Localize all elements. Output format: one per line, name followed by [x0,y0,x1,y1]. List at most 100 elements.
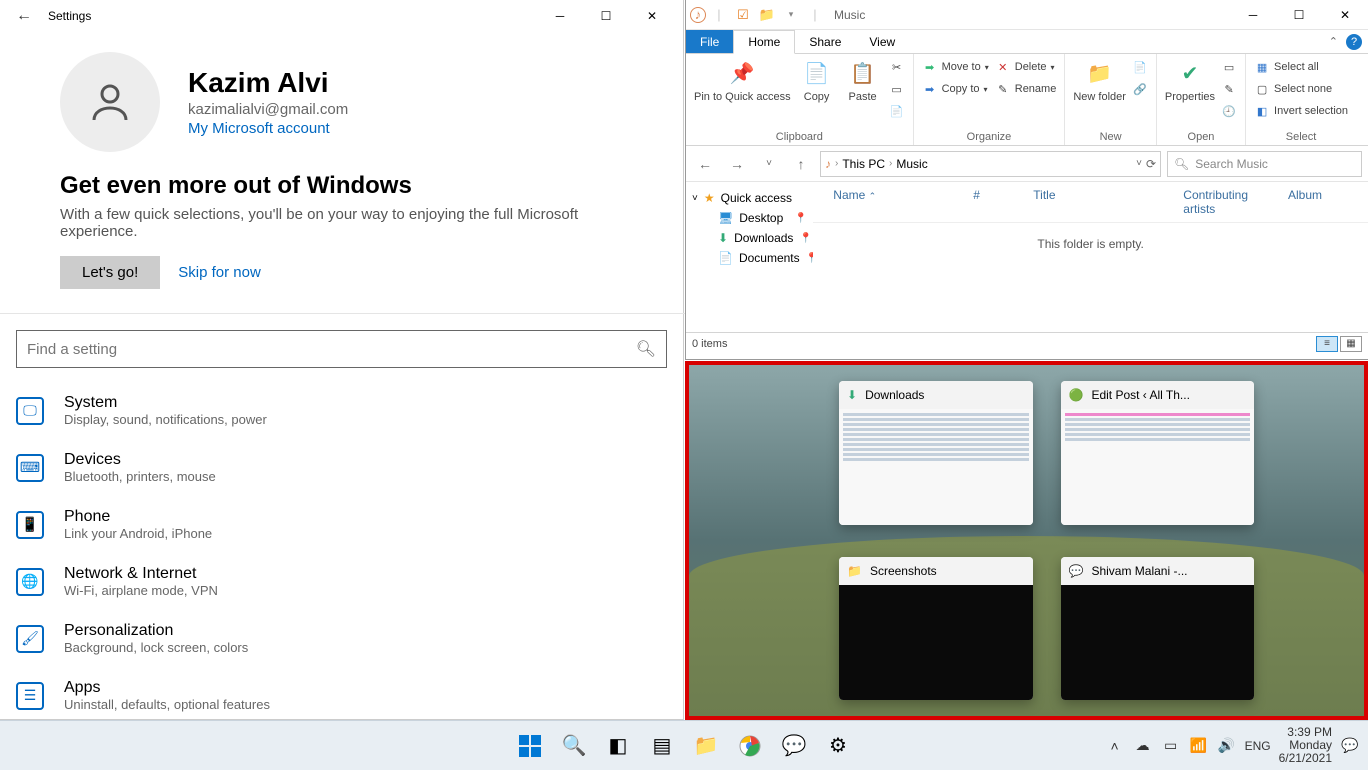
promo-headline: Get even more out of Windows [60,172,607,200]
minimize-button[interactable]: ─ [537,0,583,32]
col-artists[interactable]: Contributing artists [1183,188,1248,216]
cut-button[interactable]: ✂ [889,57,905,77]
nav-forward[interactable]: → [724,151,750,177]
crumb-this-pc[interactable]: This PC [842,157,885,171]
tray-overflow[interactable]: ˄ [1105,738,1125,754]
snap-tile-chat[interactable]: 💬Shivam Malani -... [1061,557,1255,701]
wifi-icon[interactable]: 📶 [1189,737,1209,754]
category-apps[interactable]: ☰ AppsUninstall, defaults, optional feat… [16,667,683,724]
crumb-music[interactable]: Music [896,157,927,171]
snap-tile-screenshots[interactable]: 📁Screenshots [839,557,1033,701]
history-button[interactable]: 🕘 [1221,101,1237,121]
move-icon: ➡ [922,61,938,74]
new-folder-button[interactable]: 📁New folder [1073,57,1126,103]
account-link[interactable]: My Microsoft account [188,120,348,137]
category-personalization[interactable]: 🖌 PersonalizationBackground, lock screen… [16,610,683,667]
close-button[interactable]: ✕ [629,0,675,32]
search-input[interactable] [27,341,636,358]
col-title[interactable]: Title [1033,188,1143,216]
clock[interactable]: 3:39 PM Monday 6/21/2021 [1279,726,1332,766]
qat-dropdown-icon[interactable]: ▾ [780,4,802,26]
tree-documents[interactable]: 📄Documents📍 [690,248,809,268]
nav-up[interactable]: ↑ [788,151,814,177]
properties-button[interactable]: ✔Properties [1165,57,1215,103]
folder-icon[interactable]: 📁 [756,4,778,26]
tab-file[interactable]: File [686,30,733,53]
tree-downloads[interactable]: ⬇Downloads📍 [690,228,809,248]
maximize-button[interactable]: ☐ [1276,0,1322,31]
maximize-button[interactable]: ☐ [583,0,629,32]
tree-desktop[interactable]: 🖥Desktop📍 [690,208,809,228]
move-to-button[interactable]: ➡Move to ▾ [922,57,989,77]
tab-share[interactable]: Share [795,30,855,53]
col-album[interactable]: Album [1288,188,1348,216]
col-number[interactable]: # [973,188,993,216]
open-button[interactable]: ▭ [1221,57,1237,77]
group-label: Select [1254,129,1348,145]
explorer-taskbar-icon[interactable]: 📁 [686,726,726,766]
snap-tile-edit-post[interactable]: 🟢Edit Post ‹ All Th... [1061,381,1255,525]
category-devices[interactable]: ⌨ DevicesBluetooth, printers, mouse [16,439,683,496]
select-all-button[interactable]: ▦Select all [1254,57,1348,77]
edit-button[interactable]: ✎ [1221,79,1237,99]
details-view-button[interactable]: ≡ [1316,336,1338,352]
easy-access-icon: 🔗 [1132,83,1148,96]
category-phone[interactable]: 📱 PhoneLink your Android, iPhone [16,496,683,553]
back-button[interactable]: ← [8,7,40,25]
download-icon: ⬇ [847,388,857,402]
delete-button[interactable]: ✕Delete ▾ [995,57,1057,77]
collapse-ribbon-icon[interactable]: ⌃ [1329,35,1338,48]
easy-access-button[interactable]: 🔗 [1132,79,1148,99]
address-bar[interactable]: ♪ › This PC › Music ˅ ⟳ [820,151,1161,177]
dropdown-icon[interactable]: ˅ [1136,158,1142,169]
avatar[interactable] [60,52,160,152]
lets-go-button[interactable]: Let's go! [60,256,160,289]
invert-selection-button[interactable]: ◧Invert selection [1254,101,1348,121]
icons-view-button[interactable]: ▦ [1340,336,1362,352]
qat-checkbox-icon[interactable]: ☑ [732,4,754,26]
help-icon[interactable]: ? [1346,34,1362,50]
paste-button[interactable]: 📋Paste [843,57,883,103]
copy-path-button[interactable]: ▭ [889,79,905,99]
notifications-icon[interactable]: 💬 [1340,737,1360,754]
language-indicator[interactable]: ENG [1245,739,1271,753]
volume-icon[interactable]: 🔊 [1217,737,1237,754]
search-box[interactable]: 🔍︎ [16,330,667,368]
snap-tile-downloads[interactable]: ⬇Downloads [839,381,1033,525]
widgets-button[interactable]: ▤ [642,726,682,766]
search-button[interactable]: 🔍 [554,726,594,766]
pin-button[interactable]: 📌Pin to Quick access [694,57,791,103]
nav-history[interactable]: ˅ [756,151,782,177]
settings-taskbar-icon[interactable]: ⚙ [818,726,858,766]
select-none-button[interactable]: ▢Select none [1254,79,1348,99]
skip-link[interactable]: Skip for now [178,264,261,281]
refresh-icon[interactable]: ⟳ [1146,157,1156,171]
nav-back[interactable]: ← [692,151,718,177]
tree-quick-access[interactable]: ˅★Quick access [690,188,809,208]
copy-to-button[interactable]: ➡Copy to ▾ [922,79,989,99]
start-button[interactable] [510,726,550,766]
user-email: kazimalialvi@gmail.com [188,101,348,118]
category-desc: Link your Android, iPhone [64,526,212,541]
chevron-right-icon[interactable]: › [835,158,838,169]
minimize-button[interactable]: ─ [1230,0,1276,31]
explorer-main: ˅★Quick access 🖥Desktop📍 ⬇Downloads📍 📄Do… [686,182,1368,332]
tab-home[interactable]: Home [733,30,795,54]
explorer-search[interactable]: 🔍︎ Search Music [1167,151,1362,177]
new-item-button[interactable]: 📄 [1132,57,1148,77]
chevron-right-icon[interactable]: › [889,158,892,169]
copy-button[interactable]: 📄Copy [797,57,837,103]
account-info: Kazim Alvi kazimalialvi@gmail.com My Mic… [188,67,348,137]
category-network[interactable]: 🌐 Network & InternetWi-Fi, airplane mode… [16,553,683,610]
col-name[interactable]: Name ⌃ [833,188,933,216]
battery-icon[interactable]: ▭ [1161,737,1181,754]
category-system[interactable]: 🖵 SystemDisplay, sound, notifications, p… [16,382,683,439]
tab-view[interactable]: View [855,30,909,53]
onedrive-icon[interactable]: ☁ [1133,737,1153,754]
paste-shortcut-button[interactable]: 📄 [889,101,905,121]
rename-button[interactable]: ✎Rename [995,79,1057,99]
taskview-button[interactable]: ◧ [598,726,638,766]
chat-taskbar-icon[interactable]: 💬 [774,726,814,766]
chrome-taskbar-icon[interactable] [730,726,770,766]
close-button[interactable]: ✕ [1322,0,1368,31]
